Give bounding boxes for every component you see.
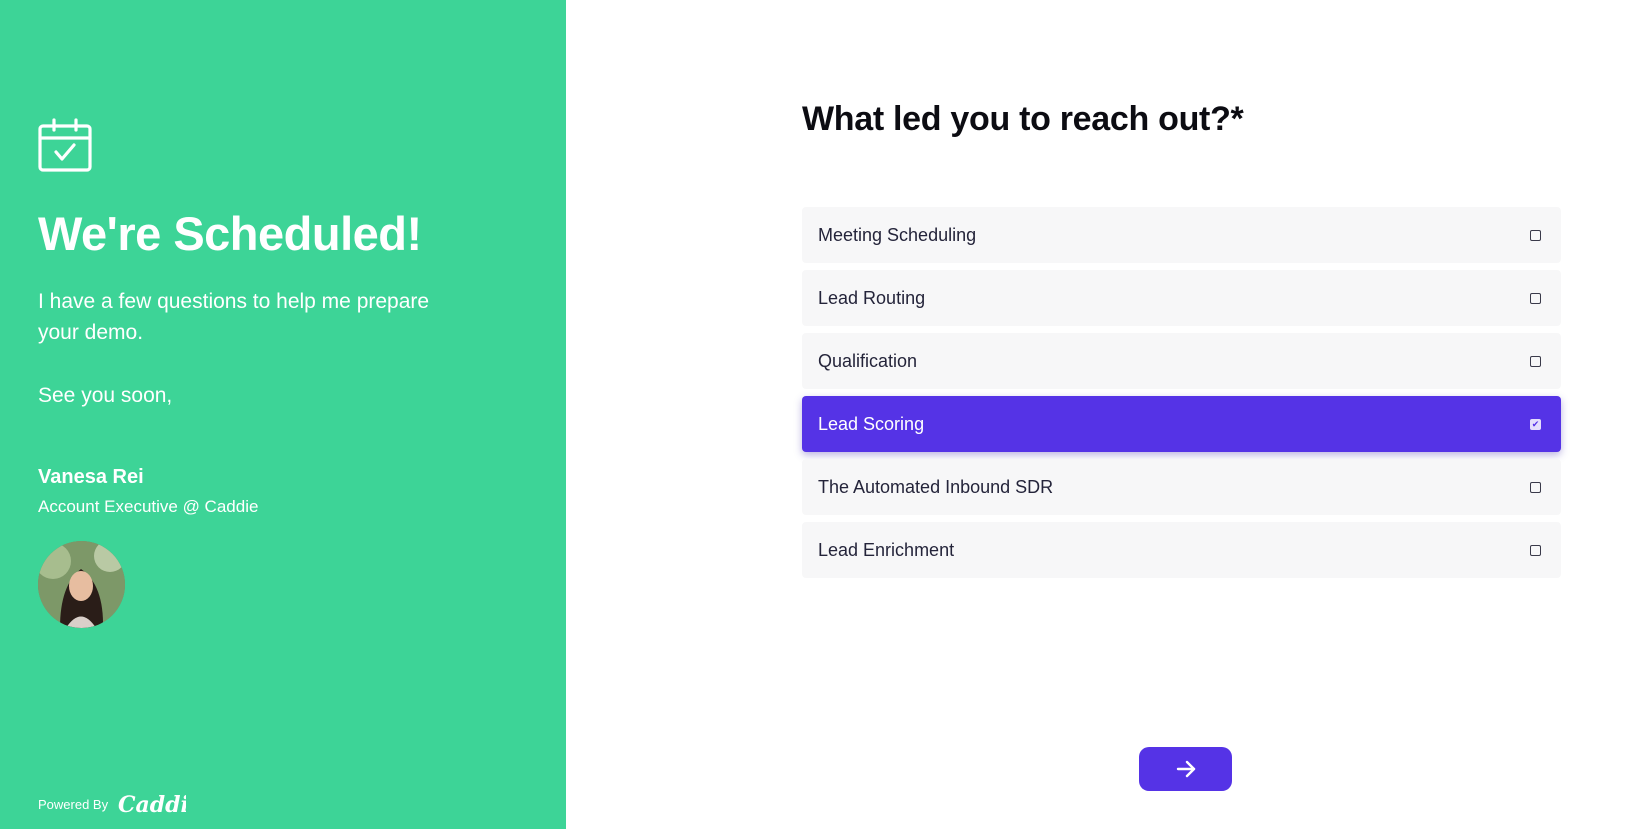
option-item[interactable]: Lead Routing <box>802 270 1561 326</box>
option-item[interactable]: Meeting Scheduling <box>802 207 1561 263</box>
arrow-right-icon <box>1176 760 1195 778</box>
checkbox-icon[interactable] <box>1530 544 1541 556</box>
option-item[interactable]: Lead Enrichment <box>802 522 1561 578</box>
option-label: Lead Scoring <box>818 413 925 434</box>
powered-by-label: Powered By <box>38 796 109 812</box>
option-label: Lead Routing <box>818 287 926 308</box>
question-title: What led you to reach out?* <box>802 100 1244 138</box>
option-item[interactable]: The Automated Inbound SDR <box>802 459 1561 515</box>
rep-name: Vanesa Rei <box>38 466 144 488</box>
powered-by: Powered By Caddie <box>38 789 186 819</box>
rep-title: Account Executive @ Caddie <box>38 497 259 516</box>
checkbox-checked-icon[interactable]: ✔ <box>1530 418 1541 430</box>
option-label: Meeting Scheduling <box>818 224 977 245</box>
intro-text: I have a few questions to help me prepar… <box>38 290 430 344</box>
left-panel: We're Scheduled! I have a few questions … <box>0 0 566 829</box>
checkbox-icon[interactable] <box>1530 229 1541 241</box>
avatar <box>38 541 125 628</box>
checkbox-icon[interactable] <box>1530 481 1541 493</box>
option-item[interactable]: Lead Scoring ✔ <box>802 396 1561 452</box>
svg-text:Caddie: Caddie <box>118 792 186 818</box>
caddie-logo: Caddie <box>118 792 186 818</box>
checkbox-icon[interactable] <box>1530 292 1541 304</box>
option-label: Qualification <box>818 350 918 371</box>
next-button[interactable] <box>1139 747 1232 791</box>
headline: We're Scheduled! <box>38 207 422 260</box>
options-list: Meeting Scheduling Lead Routing Qualificat… <box>802 207 1561 585</box>
checkbox-icon[interactable] <box>1530 355 1541 367</box>
option-label: Lead Enrichment <box>818 539 955 560</box>
calendar-check-icon <box>38 118 92 172</box>
option-item[interactable]: Qualification <box>802 333 1561 389</box>
option-label: The Automated Inbound SDR <box>818 476 1054 497</box>
signoff-text: See you soon, <box>38 384 173 407</box>
